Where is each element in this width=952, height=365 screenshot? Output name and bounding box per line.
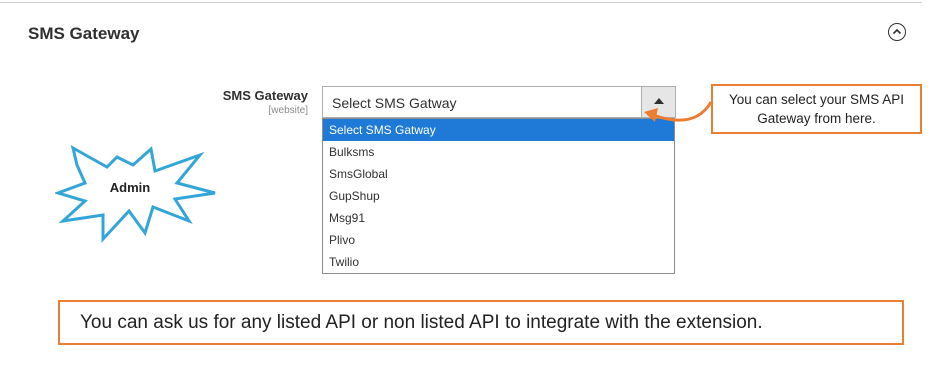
integration-note: You can ask us for any listed API or non… xyxy=(58,300,904,345)
section-divider xyxy=(0,2,922,3)
dropdown-option[interactable]: Msg91 xyxy=(323,207,674,229)
collapse-section-button[interactable] xyxy=(888,23,906,41)
select-callout: You can select your SMS API Gateway from… xyxy=(711,84,922,134)
callout-arrow xyxy=(644,101,713,122)
section-title[interactable]: SMS Gateway xyxy=(28,24,140,44)
dropdown-option[interactable]: GupShup xyxy=(323,185,674,207)
field-label: SMS Gateway xyxy=(222,88,308,103)
chevron-up-icon xyxy=(892,28,902,35)
field-scope: [website] xyxy=(268,105,308,116)
starburst-label: Admin xyxy=(109,180,151,195)
dropdown-option[interactable]: Twilio xyxy=(323,251,674,273)
sms-gateway-dropdown: Select SMS Gatway Bulksms SmsGlobal GupS… xyxy=(322,118,675,274)
dropdown-option[interactable]: Plivo xyxy=(323,229,674,251)
dropdown-option[interactable]: Select SMS Gatway xyxy=(323,119,674,141)
sms-gateway-select[interactable]: Select SMS Gatway xyxy=(322,86,676,118)
dropdown-option[interactable]: SmsGlobal xyxy=(323,163,674,185)
select-current-value: Select SMS Gatway xyxy=(332,95,457,111)
dropdown-option[interactable]: Bulksms xyxy=(323,141,674,163)
